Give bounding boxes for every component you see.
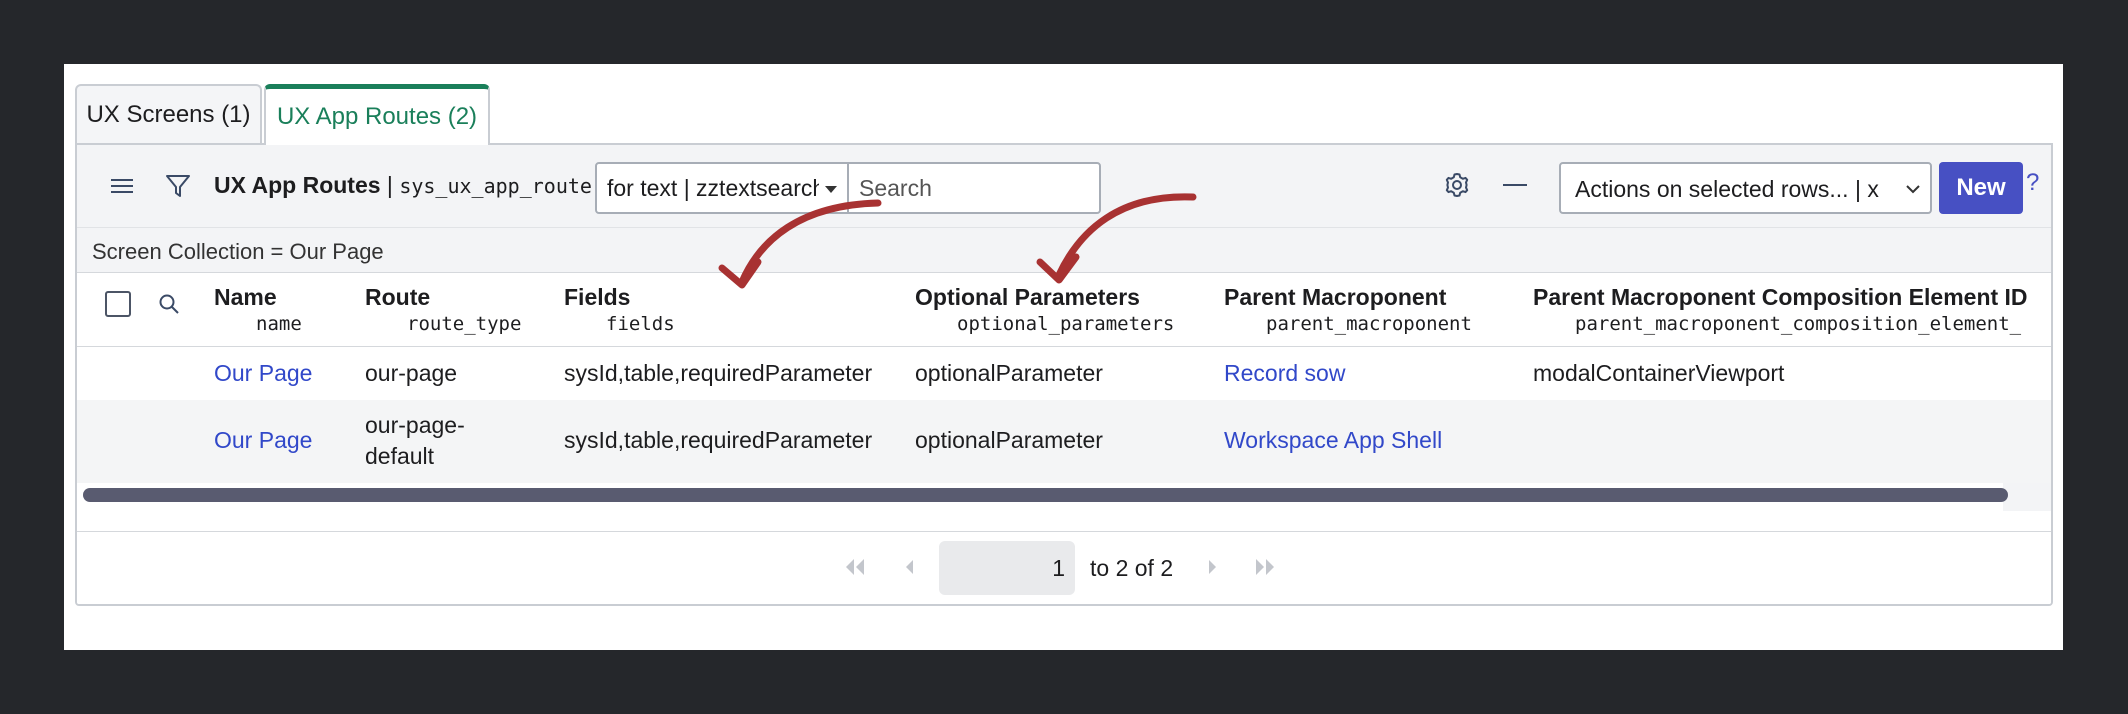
new-button-label: New [1956,174,2006,201]
name-link[interactable]: Our Page [214,427,312,454]
list-toolbar: UX App Routes | sys_ux_app_route for tex… [77,145,2051,227]
previous-page-icon[interactable] [897,554,923,580]
chevron-down-icon [1904,177,1922,204]
parent-macroponent-link[interactable]: Record sow [1224,360,1345,387]
help-icon[interactable]: ? [2026,169,2039,197]
route-cell: our-page [365,360,458,386]
first-page-icon[interactable] [842,554,868,580]
title-separator: | [380,172,400,198]
breadcrumb[interactable]: Screen Collection = Our Page [77,227,2051,273]
related-list-frame: UX Screens (1) UX App Routes (2) UX App … [64,64,2063,650]
table-name: sys_ux_app_route [399,174,592,198]
search-icon[interactable] [157,292,183,318]
gear-icon[interactable] [1441,169,1473,201]
search-input[interactable] [847,162,1101,214]
tab-ux-screens-label: UX Screens (1) [86,101,251,128]
column-label: Parent Macroponent Composition Element I… [1533,284,2028,310]
tab-ux-screens[interactable]: UX Screens (1) [75,84,262,144]
fields-cell: sysId,table,requiredParameter [564,360,873,386]
page-number-input[interactable] [939,541,1075,595]
list-title: UX App Routes | sys_ux_app_route [214,172,592,199]
column-field: route_type [407,313,522,335]
tab-ux-app-routes[interactable]: UX App Routes (2) [264,84,490,145]
optional-parameters-cell: optionalParameter [915,360,1103,386]
column-field: fields [606,313,675,335]
hamburger-menu-icon[interactable] [107,173,137,199]
column-label: Parent Macroponent [1224,284,1447,310]
pagination-range: to 2 of 2 [1090,555,1174,581]
minus-icon[interactable] [1499,169,1531,201]
column-header-parent-macroponent[interactable]: Parent Macroponent parent_macroponent [1224,284,1472,335]
actions-select[interactable]: Actions on selected rows... | x [1559,162,1932,214]
pagination-bar: to 2 of 2 [77,531,2051,604]
select-all-checkbox[interactable] [105,291,131,317]
column-field: name [256,313,302,335]
filter-icon[interactable] [163,171,193,201]
select-caret-icon [825,186,837,193]
column-field: parent_macroponent [1266,313,1472,335]
new-button[interactable]: New [1939,162,2023,214]
column-header-route[interactable]: Route route_type [365,284,521,335]
table-row: Our Page our-page sysId,table,requiredPa… [77,348,2051,400]
column-header-optional-parameters[interactable]: Optional Parameters optional_parameters [915,284,1174,335]
scroll-track-end [2003,483,2051,511]
column-label: Optional Parameters [915,284,1140,310]
list-panel: UX App Routes | sys_ux_app_route for tex… [75,143,2053,606]
column-header-composition-element-id[interactable]: Parent Macroponent Composition Element I… [1533,284,2028,335]
column-label: Fields [564,284,631,310]
composition-element-id-cell: modalContainerViewport [1533,360,1785,386]
optional-parameters-cell: optionalParameter [915,427,1103,453]
search-field-select-value: for text | zztextsearchyh [607,175,819,201]
column-header-name[interactable]: Name name [214,284,302,335]
list-name: UX App Routes [214,172,381,198]
column-field: optional_parameters [957,313,1175,335]
column-label: Route [365,284,431,310]
last-page-icon[interactable] [1252,554,1278,580]
table-row: Our Page our-page-default sysId,table,re… [77,400,2051,483]
column-header-fields[interactable]: Fields fields [564,284,675,335]
column-field: parent_macroponent_composition_element_ [1575,313,2022,335]
parent-macroponent-link[interactable]: Workspace App Shell [1224,427,1442,454]
next-page-icon[interactable] [1199,554,1225,580]
fields-cell: sysId,table,requiredParameter [564,427,873,453]
column-label: Name [214,284,277,310]
actions-select-value: Actions on selected rows... | x [1575,176,1879,202]
horizontal-scrollbar-thumb[interactable] [83,488,2008,502]
tab-ux-app-routes-label: UX App Routes (2) [276,103,478,130]
breadcrumb-condition[interactable]: Screen Collection = Our Page [92,239,384,264]
route-cell: our-page-default [365,412,465,469]
search-field-select[interactable]: for text | zztextsearchyh [595,162,849,214]
name-link[interactable]: Our Page [214,360,312,387]
